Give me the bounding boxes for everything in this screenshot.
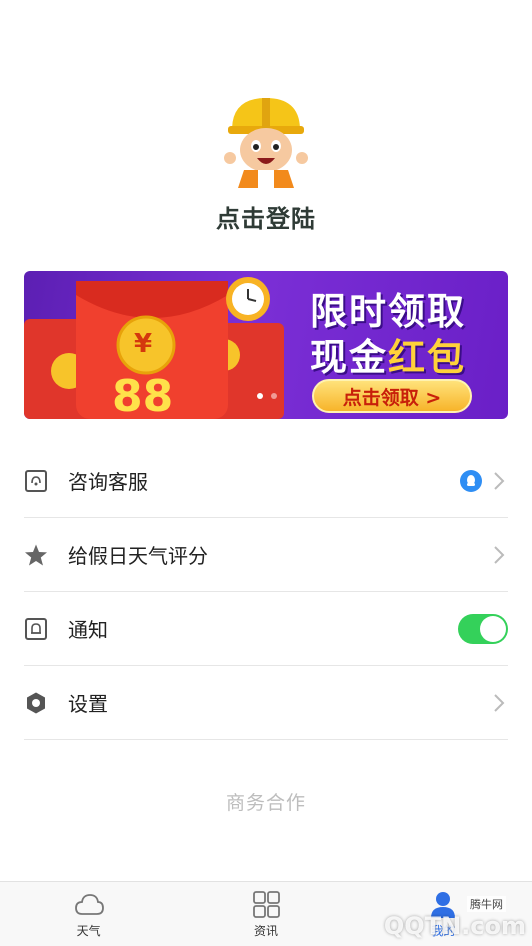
worker-avatar-icon <box>224 98 308 188</box>
carousel-indicator <box>257 393 277 399</box>
banner-title-line2: 现金红包 <box>310 327 466 381</box>
business-cooperation-link[interactable]: 商务合作 <box>0 788 532 815</box>
menu-label: 通知 <box>68 618 108 642</box>
star-icon <box>24 543 48 567</box>
tab-label: 天气 <box>76 924 101 938</box>
tab-label: 资讯 <box>253 924 278 938</box>
toggle-knob <box>480 615 506 642</box>
menu-item-customer-service[interactable]: 咨询客服 <box>24 444 508 518</box>
settings-menu: 咨询客服 给假日天气评分 通知 设置 <box>24 444 508 740</box>
login-prompt[interactable]: 点击登陆 <box>0 199 532 234</box>
promo-banner[interactable]: ¥ 88 限时领取 现金红包 点击领取 > <box>24 271 508 419</box>
banner-title-redpacket: 红包 <box>388 336 466 379</box>
watermark-small: 腾牛网 <box>467 896 506 912</box>
watermark: QQTN.com <box>383 912 526 940</box>
chevron-right-icon <box>494 545 505 564</box>
banner-currency: ¥ <box>134 329 153 359</box>
qq-icon <box>460 469 482 492</box>
banner-amount: 88 <box>112 371 174 419</box>
menu-item-settings[interactable]: 设置 <box>24 666 508 740</box>
chevron-right-icon <box>494 693 505 712</box>
banner-title-cash: 现金 <box>310 336 388 379</box>
carousel-dot[interactable] <box>257 393 263 399</box>
cloud-icon <box>74 894 104 915</box>
menu-label: 咨询客服 <box>68 470 148 494</box>
menu-item-notifications[interactable]: 通知 <box>24 592 508 666</box>
headset-icon <box>24 469 48 493</box>
carousel-dot[interactable] <box>271 393 277 399</box>
menu-label: 给假日天气评分 <box>68 544 208 568</box>
tab-news[interactable]: 资讯 <box>177 882 354 946</box>
claim-button[interactable]: 点击领取 > <box>312 379 472 413</box>
grid-icon <box>253 891 280 918</box>
avatar[interactable] <box>224 92 308 188</box>
menu-label: 设置 <box>68 692 108 716</box>
hexagon-settings-icon <box>24 691 48 715</box>
notification-toggle[interactable] <box>458 613 508 644</box>
bell-icon <box>24 617 48 641</box>
tab-weather[interactable]: 天气 <box>0 882 177 946</box>
chevron-right-icon <box>494 471 505 490</box>
menu-item-rate-app[interactable]: 给假日天气评分 <box>24 518 508 592</box>
